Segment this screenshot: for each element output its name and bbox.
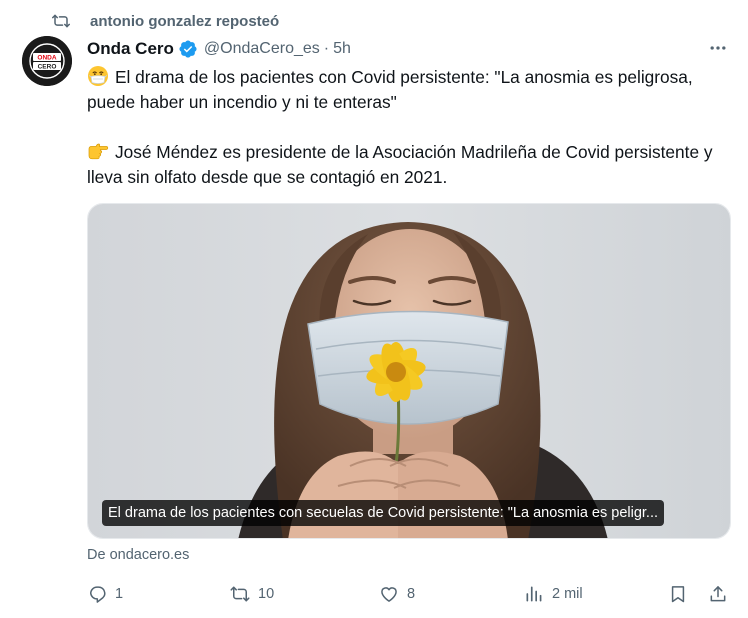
onda-cero-logo-icon: ONDA CERO [22, 36, 72, 86]
article-photo [88, 204, 730, 538]
repost-indicator[interactable]: antonio gonzalez reposteó [50, 10, 279, 32]
tweet-paragraph-1: El drama de los pacientes con Covid pers… [87, 65, 737, 115]
reply-count: 1 [115, 586, 124, 602]
tweet-line-1: El drama de los pacientes con Covid pers… [87, 67, 693, 112]
logo-text-onda: ONDA [37, 55, 56, 62]
views-count: 2 mil [552, 586, 583, 602]
tweet-header: Onda Cero @OndaCero_es · 5h [87, 37, 351, 61]
tweet-line-2: José Méndez es presidente de la Asociaci… [87, 142, 713, 187]
avatar[interactable]: ONDA CERO [22, 36, 72, 86]
reply-icon [90, 586, 106, 603]
tweet-timestamp[interactable]: 5h [333, 40, 351, 58]
author-name[interactable]: Onda Cero [87, 39, 174, 59]
author-handle[interactable]: @OndaCero_es [204, 40, 320, 58]
views-button[interactable]: 2 mil [524, 580, 583, 608]
pointing-right-emoji-icon [87, 140, 109, 162]
share-icon [710, 586, 726, 602]
bookmark-icon [671, 586, 685, 603]
source-link[interactable]: De ondacero.es [87, 547, 189, 563]
like-count: 8 [407, 586, 416, 602]
separator-dot: · [323, 40, 330, 57]
repost-icon [230, 586, 250, 602]
medical-mask-emoji-icon [87, 65, 109, 87]
tweet-paragraph-2: José Méndez es presidente de la Asociaci… [87, 140, 737, 190]
repost-button[interactable]: 10 [230, 580, 274, 608]
verified-badge-icon[interactable] [178, 39, 198, 59]
repost-icon [50, 10, 72, 32]
logo-text-cero: CERO [38, 64, 57, 71]
like-button[interactable]: 8 [379, 580, 415, 608]
more-dots-icon [710, 46, 726, 50]
bookmark-button[interactable] [668, 580, 688, 608]
heart-icon [381, 587, 397, 602]
share-button[interactable] [708, 580, 728, 608]
reposted-by-text[interactable]: antonio gonzalez reposteó [90, 13, 279, 30]
views-icon [526, 586, 542, 602]
tweet-text: El drama de los pacientes con Covid pers… [87, 65, 737, 190]
reply-button[interactable]: 1 [87, 580, 123, 608]
more-options-button[interactable] [704, 36, 732, 60]
repost-count: 10 [258, 586, 275, 602]
media-caption[interactable]: El drama de los pacientes con secuelas d… [102, 500, 665, 526]
action-bar: 1 10 8 2 mil [87, 580, 737, 608]
media-card[interactable]: El drama de los pacientes con secuelas d… [87, 203, 731, 539]
